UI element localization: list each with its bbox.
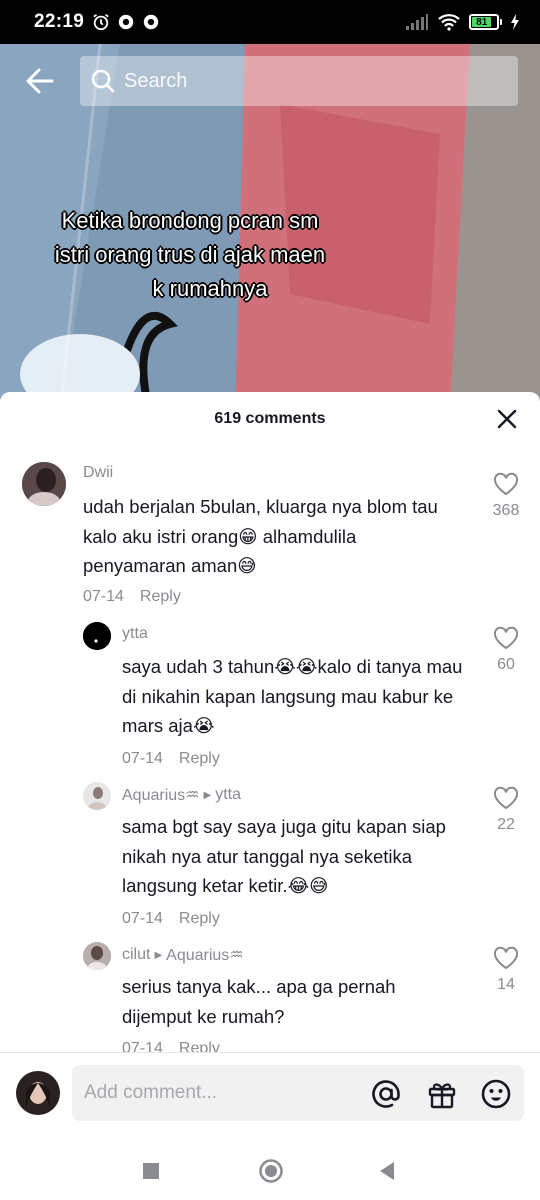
screen: 22:19 81 Search Ketika brondong pcran sm…	[0, 0, 540, 1200]
avatar[interactable]	[83, 942, 111, 970]
comment-date: 07-14	[122, 1040, 163, 1052]
comment-count: 619 comments	[214, 410, 326, 427]
avatar[interactable]	[83, 622, 111, 650]
caption-line: istri orang trus di ajak maen	[54, 242, 326, 267]
avatar[interactable]	[22, 462, 66, 506]
like-button[interactable]: 14	[486, 946, 526, 994]
at-icon[interactable]	[370, 1078, 402, 1110]
comment-meta: 07-14 Reply	[122, 910, 220, 928]
emoji-icon[interactable]	[480, 1078, 512, 1110]
battery-level: 81	[472, 17, 492, 28]
search-icon	[91, 69, 115, 93]
my-avatar[interactable]	[16, 1071, 60, 1115]
back-arrow-icon	[26, 68, 54, 94]
like-count: 60	[497, 656, 515, 673]
like-button[interactable]: 60	[486, 626, 526, 674]
home-icon[interactable]	[258, 1158, 284, 1184]
caption-line: Ketika brondong pcran sm	[61, 208, 319, 233]
comment-username[interactable]: Aquarius♒ ▶ ytta	[122, 785, 241, 805]
comment-username[interactable]: ytta	[122, 625, 148, 643]
comment-meta: 07-14 Reply	[122, 1040, 220, 1052]
comment-input-bar: Add comment...	[0, 1052, 540, 1142]
heart-icon	[493, 626, 519, 650]
comment-meta: 07-14 Reply	[122, 750, 220, 768]
app-notification-icon	[143, 14, 159, 30]
reply-to-username[interactable]: ytta	[215, 786, 241, 804]
reply-to-username[interactable]: Aquarius♒	[166, 945, 244, 965]
search-placeholder: Search	[124, 69, 188, 92]
comment-meta: 07-14 Reply	[83, 588, 181, 606]
signal-icon	[406, 14, 428, 30]
reply-button[interactable]: Reply	[179, 1040, 220, 1052]
like-button[interactable]: 368	[486, 472, 526, 520]
battery-icon: 81	[469, 14, 502, 30]
like-count: 22	[497, 816, 515, 833]
heart-icon	[493, 946, 519, 970]
reply-button[interactable]: Reply	[179, 750, 220, 767]
comment-text: sama bgt say saya juga gitu kapan siap n…	[122, 816, 446, 896]
comment-date: 07-14	[122, 910, 163, 927]
comments-panel: 619 comments Dwii udah berjalan 5bulan, …	[0, 392, 540, 1200]
video-caption: Ketika brondong pcran sm istri orang tru…	[0, 204, 380, 306]
app-notification-icon	[118, 14, 134, 30]
comment-item: Aquarius♒ ▶ ytta sama bgt say saya juga …	[0, 772, 540, 932]
caption-line: k rumahnya	[152, 276, 268, 301]
comment-text: udah berjalan 5bulan, kluarga nya blom t…	[83, 496, 438, 576]
system-nav-bar	[0, 1142, 540, 1200]
close-icon[interactable]	[496, 408, 518, 430]
search-input[interactable]: Search	[80, 56, 518, 106]
comment-input[interactable]: Add comment...	[72, 1065, 524, 1121]
wifi-icon	[438, 14, 460, 31]
like-count: 14	[497, 976, 515, 993]
top-bar: Search	[0, 56, 540, 106]
comment-item: ytta saya udah 3 tahun😭😭kalo di tanya ma…	[0, 612, 540, 772]
back-button[interactable]	[0, 56, 80, 106]
comment-username[interactable]: cilut ▶ Aquarius♒	[122, 945, 244, 965]
comment-date: 07-14	[122, 750, 163, 767]
like-button[interactable]: 22	[486, 786, 526, 834]
comment-item: cilut ▶ Aquarius♒ serius tanya kak... ap…	[0, 932, 540, 1052]
comment-item: Dwii udah berjalan 5bulan, kluarga nya b…	[0, 446, 540, 612]
status-bar: 22:19 81	[0, 0, 540, 44]
charging-icon	[511, 14, 519, 30]
heart-icon	[493, 786, 519, 810]
comment-text: serius tanya kak... apa ga pernah dijemp…	[122, 976, 396, 1027]
like-count: 368	[492, 502, 520, 519]
heart-icon	[493, 472, 519, 496]
reply-arrow-icon: ▶	[154, 949, 163, 961]
comments-header: 619 comments	[0, 392, 540, 446]
reply-button[interactable]: Reply	[179, 910, 220, 927]
comment-input-placeholder: Add comment...	[84, 1082, 218, 1103]
back-nav-icon[interactable]	[378, 1160, 396, 1182]
alarm-icon	[93, 14, 109, 31]
reply-button[interactable]: Reply	[140, 588, 181, 605]
recent-apps-icon[interactable]	[142, 1162, 160, 1180]
reply-arrow-icon: ▶	[203, 789, 212, 801]
gift-icon[interactable]	[426, 1078, 458, 1110]
comment-list: Dwii udah berjalan 5bulan, kluarga nya b…	[0, 446, 540, 1052]
comment-text: saya udah 3 tahun😭😭kalo di tanya mau di …	[122, 656, 463, 736]
comment-username[interactable]: Dwii	[83, 464, 113, 482]
status-system-icons: 81	[405, 13, 520, 31]
status-time: 22:19	[34, 11, 85, 32]
avatar[interactable]	[83, 782, 111, 810]
comment-date: 07-14	[83, 588, 124, 605]
status-notification-icons	[92, 13, 160, 31]
